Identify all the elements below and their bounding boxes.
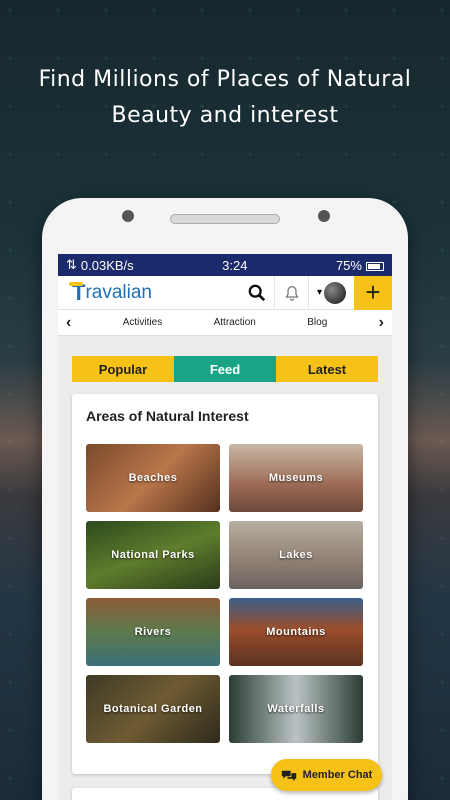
plus-icon: + bbox=[365, 277, 381, 307]
network-speed: ⇅ 0.03KB/s bbox=[66, 257, 134, 273]
member-chat-button[interactable]: Member Chat bbox=[271, 759, 382, 791]
clock: 3:24 bbox=[222, 257, 248, 273]
notifications-button[interactable] bbox=[274, 275, 308, 310]
chat-bubbles-icon bbox=[281, 770, 296, 781]
nav-item-blog[interactable]: Blog bbox=[307, 317, 327, 328]
card-title: Areas of Natural Interest bbox=[86, 408, 249, 424]
nav-item-attraction[interactable]: Attraction bbox=[214, 317, 256, 328]
promo-line-2: Beauty and interest bbox=[111, 103, 339, 128]
tile-national-parks[interactable]: National Parks bbox=[86, 521, 220, 589]
tile-beaches[interactable]: Beaches bbox=[86, 444, 220, 512]
promo-headline: Find Millions of Places of Natural Beaut… bbox=[0, 62, 450, 134]
feed-tabs: Popular Feed Latest bbox=[72, 356, 378, 382]
chevron-right-icon[interactable]: › bbox=[379, 314, 384, 332]
tile-waterfalls[interactable]: Waterfalls bbox=[229, 675, 363, 743]
tab-popular[interactable]: Popular bbox=[72, 356, 174, 382]
tile-botanical-garden[interactable]: Botanical Garden bbox=[86, 675, 220, 743]
data-arrows-icon: ⇅ bbox=[66, 257, 77, 272]
logo-initial: T bbox=[68, 279, 86, 305]
add-button[interactable]: + bbox=[354, 275, 392, 310]
status-bar: ⇅ 0.03KB/s 3:24 75% bbox=[58, 254, 392, 276]
natural-interest-card: Areas of Natural Interest Beaches Museum… bbox=[72, 394, 378, 774]
bell-icon bbox=[284, 285, 299, 301]
phone-frame: ⇅ 0.03KB/s 3:24 75% Travalian ▾ + ‹ Acti… bbox=[42, 198, 408, 800]
tile-rivers[interactable]: Rivers bbox=[86, 598, 220, 666]
logo-text: ravalian bbox=[85, 281, 152, 303]
promo-line-1: Find Millions of Places of Natural bbox=[38, 67, 412, 92]
chevron-left-icon[interactable]: ‹ bbox=[66, 314, 71, 332]
tab-latest[interactable]: Latest bbox=[276, 356, 378, 382]
chevron-down-icon: ▾ bbox=[316, 287, 323, 298]
tile-lakes[interactable]: Lakes bbox=[229, 521, 363, 589]
front-camera-icon bbox=[122, 210, 134, 222]
profile-menu[interactable]: ▾ bbox=[308, 275, 354, 310]
tile-mountains[interactable]: Mountains bbox=[229, 598, 363, 666]
sensor-icon bbox=[318, 210, 330, 222]
app-logo[interactable]: Travalian bbox=[58, 280, 240, 306]
app-header: Travalian ▾ + bbox=[58, 275, 392, 310]
tab-feed[interactable]: Feed bbox=[174, 356, 276, 382]
battery-status: 75% bbox=[336, 258, 384, 273]
search-button[interactable] bbox=[240, 276, 274, 310]
battery-icon bbox=[365, 261, 384, 271]
nav-item-activities[interactable]: Activities bbox=[123, 317, 162, 328]
tile-museums[interactable]: Museums bbox=[229, 444, 363, 512]
avatar bbox=[324, 281, 347, 304]
search-icon bbox=[248, 284, 266, 301]
speaker-grille bbox=[170, 214, 280, 224]
app-screen: ⇅ 0.03KB/s 3:24 75% Travalian ▾ + ‹ Acti… bbox=[58, 254, 392, 800]
member-chat-label: Member Chat bbox=[302, 769, 373, 781]
nav-carousel: ‹ Activities Attraction Blog › bbox=[58, 310, 392, 336]
